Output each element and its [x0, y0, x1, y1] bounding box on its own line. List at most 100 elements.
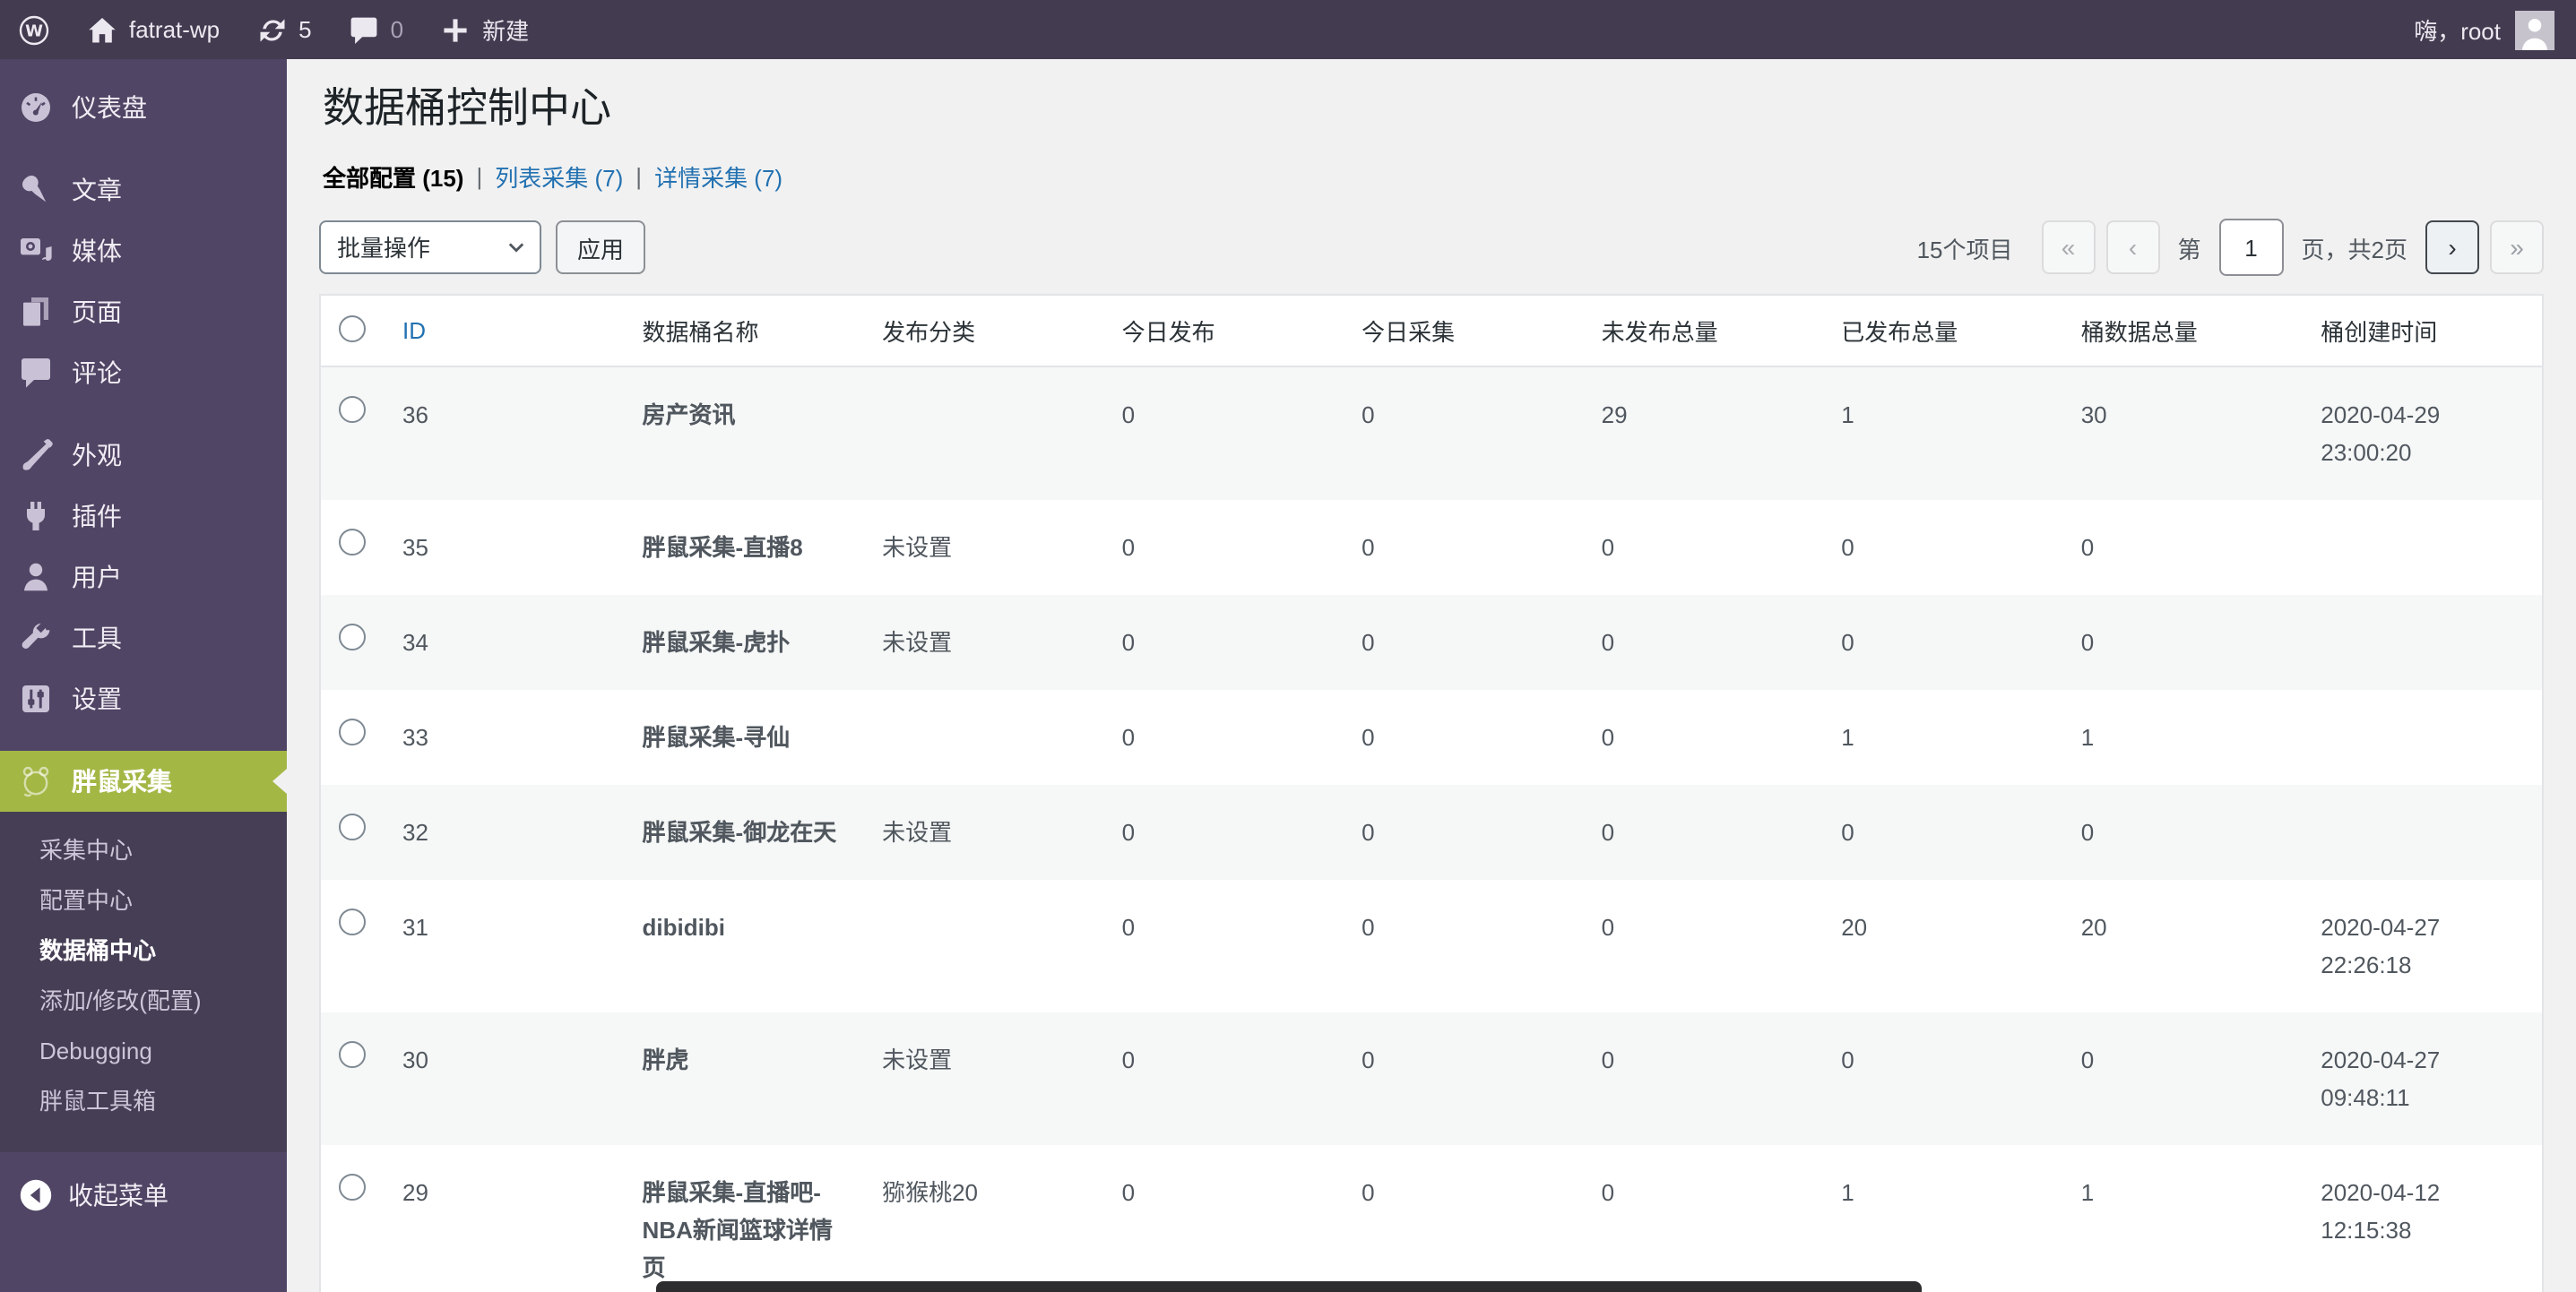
- cell-unpub: 0: [1584, 1145, 1824, 1292]
- sidebar-item-外观[interactable]: 外观: [0, 425, 287, 486]
- row-radio[interactable]: [339, 624, 366, 650]
- filter-separator: |: [476, 163, 482, 190]
- prev-page-button[interactable]: ‹: [2106, 220, 2160, 274]
- bulk-action-select[interactable]: 批量操作: [319, 220, 541, 274]
- filter-link-0[interactable]: 全部配置 (15): [323, 159, 463, 194]
- table-row-34: 34胖鼠采集-虎扑未设置00000: [320, 595, 2543, 690]
- sidebar-item-评论[interactable]: 评论: [0, 342, 287, 403]
- sidebar-item-用户[interactable]: 用户: [0, 547, 287, 607]
- sidebar-item-插件[interactable]: 插件: [0, 486, 287, 547]
- row-radio[interactable]: [339, 1041, 366, 1068]
- cell-pub: 1: [1823, 690, 2063, 785]
- last-page-button[interactable]: »: [2490, 220, 2544, 274]
- filter-separator: |: [635, 163, 642, 190]
- user-icon: [18, 559, 54, 595]
- comments-count: 0: [391, 16, 403, 43]
- user-greeting[interactable]: 嗨，root: [2414, 13, 2501, 47]
- select-all-radio[interactable]: [339, 314, 366, 341]
- table-row-29: 29胖鼠采集-直播吧-NBA新闻篮球详情页猕猴桃20000112020-04-1…: [320, 1145, 2543, 1292]
- home-icon: [86, 13, 118, 46]
- row-radio[interactable]: [339, 529, 366, 556]
- column-header-发布分类: 发布分类: [864, 295, 1104, 366]
- filter-link-2[interactable]: 详情采集 (7): [654, 159, 782, 194]
- submenu-item-数据桶中心[interactable]: 数据桶中心: [0, 926, 287, 977]
- cell-today_pub: 0: [1104, 690, 1344, 785]
- new-content-menu[interactable]: 新建: [421, 0, 547, 59]
- site-name-menu[interactable]: fatrat-wp: [68, 0, 238, 59]
- cell-created: [2303, 595, 2543, 690]
- cell-category: [864, 690, 1104, 785]
- sidebar-item-设置[interactable]: 设置: [0, 668, 287, 729]
- dashboard-icon: [18, 90, 54, 125]
- collapse-menu-button[interactable]: 收起菜单: [0, 1163, 287, 1227]
- sidebar-item-胖鼠采集[interactable]: 胖鼠采集: [0, 751, 287, 812]
- cell-name: 胖鼠采集-寻仙: [625, 690, 865, 785]
- filter-links: 全部配置 (15) | 列表采集 (7) | 详情采集 (7): [323, 159, 2544, 194]
- cell-total: 0: [2063, 595, 2304, 690]
- media-icon: [18, 233, 54, 269]
- main-content: 数据桶控制中心 全部配置 (15)|列表采集 (7)|详情采集 (7) 批量操作…: [287, 59, 2576, 1292]
- row-radio[interactable]: [339, 1174, 366, 1201]
- cell-created: 2020-04-12 12:15:38: [2303, 1145, 2543, 1292]
- first-page-button[interactable]: «: [2042, 220, 2096, 274]
- column-header-已发布总量: 已发布总量: [1823, 295, 2063, 366]
- row-radio[interactable]: [339, 396, 366, 423]
- submenu-item-Debugging[interactable]: Debugging: [0, 1027, 287, 1077]
- sliders-icon: [18, 681, 54, 717]
- cell-today_pub: 0: [1104, 500, 1344, 595]
- sidebar-item-工具[interactable]: 工具: [0, 607, 287, 668]
- wordpress-logo-menu[interactable]: W: [0, 0, 68, 59]
- sidebar-item-label: 外观: [72, 437, 122, 473]
- menu-separator: [0, 729, 287, 751]
- sidebar-item-label: 胖鼠采集: [72, 763, 172, 799]
- filter-link-1[interactable]: 列表采集 (7): [495, 159, 623, 194]
- cell-pub: 1: [1823, 1145, 2063, 1292]
- cell-today_col: 0: [1344, 1012, 1584, 1145]
- submenu-item-配置中心[interactable]: 配置中心: [0, 876, 287, 926]
- sidebar-item-label: 工具: [72, 620, 122, 656]
- apply-button[interactable]: 应用: [556, 220, 645, 274]
- sidebar-item-仪表盘[interactable]: 仪表盘: [0, 77, 287, 138]
- row-select-cell: [320, 785, 385, 880]
- submenu-item-添加/修改(配置)[interactable]: 添加/修改(配置): [0, 977, 287, 1027]
- cell-today_pub: 0: [1104, 1145, 1344, 1292]
- cell-id: 31: [385, 880, 625, 1012]
- pages-icon: [18, 294, 54, 330]
- plugin-icon: [18, 498, 54, 534]
- sidebar-item-label: 页面: [72, 294, 122, 330]
- sidebar-item-label: 设置: [72, 681, 122, 717]
- cell-id: 36: [385, 366, 625, 500]
- table-toolbar: 批量操作 应用 15个项目 « ‹ 第 页，共2页 › »: [319, 219, 2544, 276]
- submenu-item-胖鼠工具箱[interactable]: 胖鼠工具箱: [0, 1077, 287, 1127]
- row-select-cell: [320, 1012, 385, 1145]
- submenu-item-采集中心[interactable]: 采集中心: [0, 826, 287, 876]
- site-name: fatrat-wp: [129, 16, 220, 43]
- cell-category: 未设置: [864, 500, 1104, 595]
- avatar[interactable]: [2515, 10, 2554, 49]
- column-header-ID[interactable]: ID: [385, 295, 625, 366]
- column-header-桶创建时间: 桶创建时间: [2303, 295, 2543, 366]
- cell-today_col: 0: [1344, 785, 1584, 880]
- table-header-row: ID数据桶名称发布分类今日发布今日采集未发布总量已发布总量桶数据总量桶创建时间: [320, 295, 2543, 366]
- row-radio[interactable]: [339, 909, 366, 935]
- cell-total: 30: [2063, 366, 2304, 500]
- row-radio[interactable]: [339, 719, 366, 745]
- comments-menu[interactable]: 0: [330, 0, 421, 59]
- table-row-30: 30胖虎未设置000002020-04-27 09:48:11: [320, 1012, 2543, 1145]
- next-page-button[interactable]: ›: [2425, 220, 2479, 274]
- bottom-dock-indicator: [656, 1281, 1922, 1292]
- cell-created: [2303, 690, 2543, 785]
- row-radio[interactable]: [339, 814, 366, 840]
- sidebar-item-文章[interactable]: 文章: [0, 159, 287, 220]
- current-page-input[interactable]: [2219, 219, 2284, 276]
- cell-unpub: 0: [1584, 690, 1824, 785]
- updates-menu[interactable]: 5: [238, 0, 329, 59]
- cell-today_col: 0: [1344, 366, 1584, 500]
- sidebar-item-label: 仪表盘: [72, 90, 147, 125]
- row-select-cell: [320, 1145, 385, 1292]
- cell-today_col: 0: [1344, 500, 1584, 595]
- cell-pub: 0: [1823, 1012, 2063, 1145]
- sidebar-item-媒体[interactable]: 媒体: [0, 220, 287, 281]
- sidebar-item-页面[interactable]: 页面: [0, 281, 287, 342]
- cell-today_pub: 0: [1104, 1012, 1344, 1145]
